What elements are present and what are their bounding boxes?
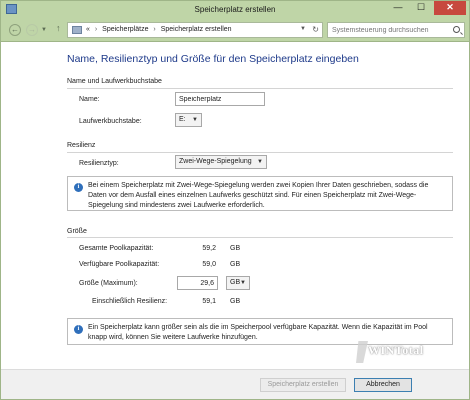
chevron-down-icon: ▼ [240, 280, 246, 286]
chevron-down-icon: ▼ [257, 159, 263, 165]
address-bar[interactable]: « › Speicherplätze › Speicherplatz erste… [67, 22, 323, 38]
breadcrumb-overflow[interactable]: « [86, 26, 90, 33]
section-title-name: Name und Laufwerkbuchstabe [67, 78, 162, 85]
search-box[interactable] [327, 22, 465, 38]
size-info-text: Ein Speicherplatz kann größer sein als d… [88, 324, 428, 341]
address-dropdown-chevron-icon[interactable]: ▼ [300, 26, 306, 32]
search-icon[interactable] [453, 26, 460, 33]
max-size-label: Größe (Maximum): [79, 280, 138, 287]
window: Speicherplatz erstellen — ☐ ✕ ← → ▼ ↑ « … [0, 0, 470, 400]
total-capacity-label: Gesamte Poolkapazität: [79, 245, 154, 252]
cancel-button[interactable]: Abbrechen [354, 378, 412, 392]
drive-letter-select[interactable]: E: ▼ [175, 113, 202, 127]
section-divider [67, 237, 453, 238]
breadcrumb-separator: › [153, 26, 156, 33]
chevron-down-icon: ▼ [192, 117, 198, 123]
section-title-size: Größe [67, 228, 87, 235]
breadcrumb-create-space[interactable]: Speicherplatz erstellen [161, 26, 232, 33]
including-resilience-value: 59,1 [202, 298, 216, 305]
info-icon: i [74, 183, 83, 192]
main-content: Name, Resilienztyp und Größe für den Spe… [1, 43, 469, 369]
name-field[interactable] [175, 92, 265, 106]
resilience-info-box: i Bei einem Speicherplatz mit Zwei-Wege-… [67, 176, 453, 211]
drive-letter-label: Laufwerkbuchstabe: [79, 118, 142, 125]
breadcrumb-separator: › [94, 26, 98, 33]
total-capacity-unit: GB [230, 245, 241, 252]
title-bar: Speicherplatz erstellen — ☐ ✕ [1, 1, 469, 18]
page-title: Name, Resilienztyp und Größe für den Spe… [67, 53, 359, 65]
available-capacity-unit: GB [230, 261, 241, 268]
resilience-type-select[interactable]: Zwei-Wege-Spiegelung ▼ [175, 155, 267, 169]
maximize-button[interactable]: ☐ [410, 1, 432, 15]
resilience-type-label: Resilienztyp: [79, 160, 119, 167]
size-unit-select[interactable]: GB ▼ [226, 276, 250, 290]
control-panel-folder-icon [72, 26, 82, 34]
section-divider [67, 88, 453, 89]
info-icon: i [74, 325, 83, 334]
total-capacity-value: 59,2 [202, 245, 216, 252]
drive-letter-value: E: [179, 116, 186, 123]
breadcrumb: « › Speicherplätze › Speicherplatz erste… [86, 26, 232, 33]
available-capacity-value: 59,0 [202, 261, 216, 268]
watermark-text: WINTotal [368, 343, 424, 357]
including-resilience-unit: GB [230, 298, 241, 305]
refresh-icon[interactable]: ↻ [312, 25, 319, 34]
back-arrow-icon[interactable]: ← [9, 24, 21, 36]
size-unit-value: GB [230, 279, 241, 286]
minimize-button[interactable]: — [387, 1, 409, 15]
forward-arrow-icon[interactable]: → [26, 24, 38, 36]
wintotal-watermark: WINTotal [356, 341, 436, 363]
recent-pages-chevron-icon[interactable]: ▼ [41, 27, 47, 33]
name-label: Name: [79, 96, 100, 103]
button-bar: Speicherplatz erstellen Abbrechen [1, 369, 469, 399]
max-size-field[interactable] [177, 276, 218, 290]
address-row: ← → ▼ ↑ « › Speicherplätze › Speicherpla… [1, 18, 469, 42]
resilience-info-text: Bei einem Speicherplatz mit Zwei-Wege-Sp… [88, 182, 429, 209]
search-input[interactable] [332, 25, 444, 36]
resilience-type-value: Zwei-Wege-Spiegelung [179, 158, 252, 165]
available-capacity-label: Verfügbare Poolkapazität: [79, 261, 160, 268]
watermark-logo-icon [356, 341, 368, 363]
breadcrumb-storage-spaces[interactable]: Speicherplätze [102, 26, 148, 33]
section-divider [67, 152, 453, 153]
up-arrow-icon[interactable]: ↑ [56, 23, 61, 33]
create-space-button[interactable]: Speicherplatz erstellen [260, 378, 346, 392]
close-button[interactable]: ✕ [434, 1, 466, 15]
section-title-resilience: Resilienz [67, 142, 96, 149]
including-resilience-label: Einschließlich Resilienz: [92, 298, 168, 305]
